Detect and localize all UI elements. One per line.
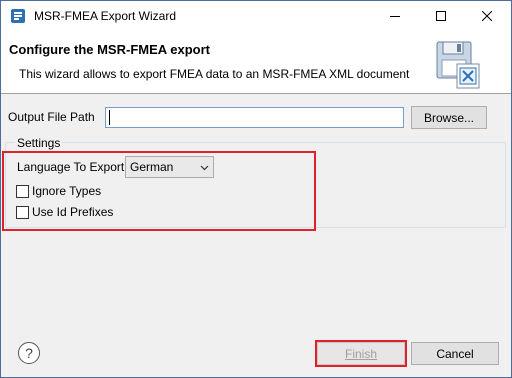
wizard-header: Configure the MSR-FMEA export This wizar…	[1, 31, 511, 94]
use-id-prefixes-label: Use Id Prefixes	[32, 205, 114, 219]
page-title: Configure the MSR-FMEA export	[9, 42, 211, 57]
help-icon: ?	[25, 345, 33, 361]
settings-group-label: Settings	[15, 136, 63, 150]
use-id-prefixes-checkbox[interactable]	[16, 205, 29, 219]
page-description: This wizard allows to export FMEA data t…	[19, 67, 410, 81]
floppy-excel-export-icon	[436, 41, 480, 89]
text-caret	[109, 110, 110, 125]
title-bar: MSR-FMEA Export Wizard	[1, 1, 511, 31]
use-id-prefixes-option[interactable]: Use Id Prefixes	[16, 205, 113, 219]
output-file-path-label: Output File Path	[8, 110, 95, 124]
minimize-button[interactable]	[372, 1, 418, 31]
ignore-types-option[interactable]: Ignore Types	[16, 184, 101, 198]
window-title: MSR-FMEA Export Wizard	[34, 9, 177, 23]
browse-button-label: Browse...	[423, 110, 474, 125]
app-icon	[11, 9, 25, 23]
browse-button[interactable]: Browse...	[411, 106, 487, 129]
help-button[interactable]: ?	[18, 342, 40, 364]
output-file-path-input[interactable]	[105, 107, 404, 128]
maximize-button[interactable]	[418, 1, 464, 31]
finish-button-label: Finish	[344, 346, 377, 361]
ignore-types-checkbox[interactable]	[16, 184, 29, 198]
chevron-down-icon	[200, 165, 209, 171]
close-button[interactable]	[464, 1, 510, 31]
ignore-types-label: Ignore Types	[32, 184, 102, 198]
close-icon	[482, 11, 492, 21]
language-select[interactable]: German	[125, 156, 214, 178]
language-select-value: German	[130, 160, 174, 174]
minimize-icon	[390, 15, 400, 17]
cancel-button-label: Cancel	[436, 346, 474, 361]
maximize-icon	[436, 11, 446, 21]
wizard-window: MSR-FMEA Export Wizard Configure the MSR…	[0, 0, 512, 378]
language-to-export-label: Language To Export	[17, 160, 125, 174]
cancel-button[interactable]: Cancel	[411, 342, 499, 365]
finish-button[interactable]: Finish	[317, 342, 405, 365]
